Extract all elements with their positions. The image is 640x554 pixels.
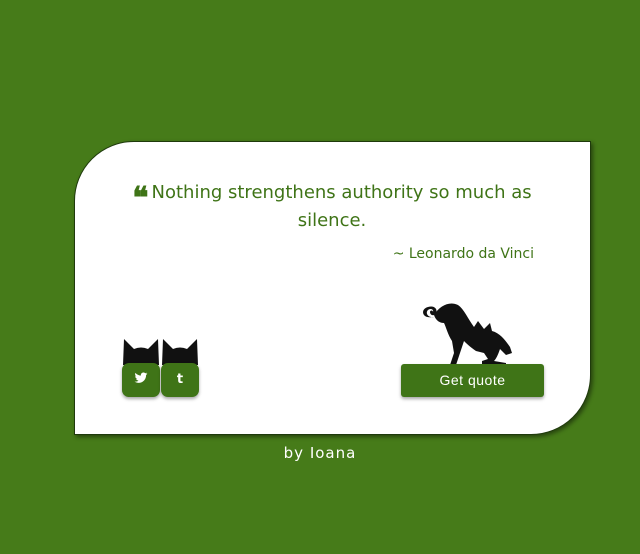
- quote-author: ~ Leonardo da Vinci: [392, 246, 534, 262]
- tumblr-icon: t: [176, 372, 184, 387]
- tumblr-share-button[interactable]: t: [161, 363, 199, 397]
- quote-card: ❝ Nothing strengthens authority so much a…: [74, 141, 591, 435]
- twitter-icon: [134, 372, 148, 383]
- get-quote-button[interactable]: Get quote: [401, 364, 544, 397]
- quote-block: ❝ Nothing strengthens authority so much a…: [127, 180, 537, 234]
- stretching-cat-icon: [423, 303, 512, 365]
- quote-mark-icon: ❝: [132, 181, 148, 216]
- author-byline: by Ioana: [283, 444, 357, 462]
- twitter-share-button[interactable]: [122, 363, 160, 397]
- cat-head-icon: [123, 339, 159, 365]
- quote-text: Nothing strengthens authority so much as…: [151, 182, 532, 231]
- cat-head-icon: [162, 339, 198, 365]
